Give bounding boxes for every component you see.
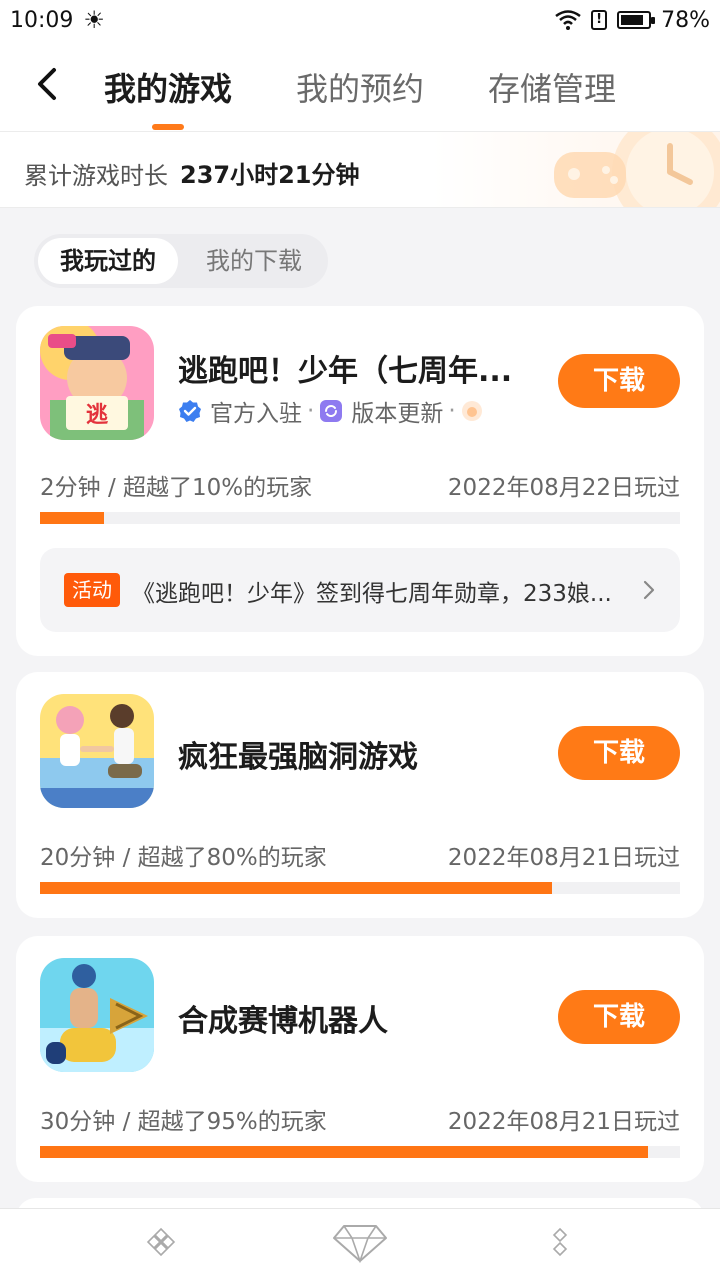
game-icon-art: 逃 <box>40 326 154 440</box>
tag-separator: · <box>448 398 456 424</box>
active-tab-indicator <box>152 124 184 130</box>
official-tag: 官方入驻 <box>210 401 302 427</box>
last-played-date: 2022年08月21日玩过 <box>447 1109 680 1135</box>
play-progress <box>40 882 680 894</box>
chevron-right-icon <box>643 580 655 600</box>
play-stat: 2分钟 / 超越了10%的玩家 <box>40 475 313 501</box>
activity-text: 《逃跑吧！少年》签到得七周年勋章，233娘... <box>132 581 612 607</box>
game-icon-art <box>40 958 154 1072</box>
version-update-tag: 版本更新 <box>351 401 444 427</box>
wifi-icon <box>555 10 581 30</box>
game-icon-brain-hole[interactable] <box>40 694 154 808</box>
total-play-time-label: 累计游戏时长 <box>24 162 168 190</box>
last-played-date: 2022年08月22日玩过 <box>447 475 680 501</box>
activity-badge: 活动 <box>64 573 120 607</box>
play-progress <box>40 512 680 524</box>
play-progress-fill <box>40 512 104 524</box>
flame-icon <box>461 401 482 421</box>
game-icon-cyber-robot[interactable] <box>40 958 154 1072</box>
update-icon <box>320 400 343 422</box>
tab-my-games[interactable]: 我的游戏 <box>104 64 232 110</box>
play-stat: 20分钟 / 超越了80%的玩家 <box>40 845 327 871</box>
download-button[interactable]: 下载 <box>558 726 680 780</box>
subtab-downloads[interactable]: 我的下载 <box>184 234 324 288</box>
status-time: 10:09 <box>10 7 74 33</box>
game-title: 合成赛博机器人 <box>178 1004 388 1039</box>
game-title: 疯狂最强脑洞游戏 <box>178 740 418 775</box>
status-right: ! 78% <box>555 8 710 33</box>
gem-icon[interactable] <box>332 1223 388 1263</box>
last-played-date: 2022年08月21日玩过 <box>447 845 680 871</box>
tag-separator: · <box>307 398 315 424</box>
battery-icon <box>617 11 656 29</box>
game-icon-art <box>40 694 154 808</box>
alert-icon: ! <box>591 10 608 30</box>
game-card[interactable]: 逃 逃跑吧！少年（七周年... 官方入驻 · 版本更新 · 下载 2分钟 / 超… <box>16 306 704 656</box>
sun-icon: ☀ <box>83 6 105 34</box>
game-tags: 官方入驻 · 版本更新 · <box>178 394 483 428</box>
diamond-stack-icon[interactable] <box>548 1227 572 1257</box>
battery-percent: 78% <box>661 7 710 33</box>
play-time-summary: 累计游戏时长 237小时21分钟 <box>0 132 720 208</box>
play-stat: 30分钟 / 超越了95%的玩家 <box>40 1109 327 1135</box>
play-progress-fill <box>40 882 552 894</box>
gamepad-clock-decoration-icon <box>554 132 720 207</box>
game-card[interactable]: 疯狂最强脑洞游戏 下载 20分钟 / 超越了80%的玩家 2022年08月21日… <box>16 672 704 918</box>
play-progress <box>40 1146 680 1158</box>
play-progress-fill <box>40 1146 648 1158</box>
history-subtabs: 我玩过的 我的下载 <box>34 234 328 288</box>
diamond-cluster-icon[interactable] <box>146 1227 176 1257</box>
svg-text:逃: 逃 <box>86 403 109 428</box>
total-play-time-value: 237小时21分钟 <box>180 161 360 189</box>
game-title: 逃跑吧！少年（七周年... <box>178 354 513 389</box>
back-arrow-icon[interactable] <box>30 64 64 104</box>
subtab-played[interactable]: 我玩过的 <box>38 238 178 284</box>
download-button[interactable]: 下载 <box>558 354 680 408</box>
bottom-navigation <box>0 1208 720 1280</box>
status-bar: 10:09 ☀ ! 78% <box>0 0 720 40</box>
activity-banner[interactable]: 活动 《逃跑吧！少年》签到得七周年勋章，233娘... <box>40 548 680 632</box>
verified-badge-icon <box>179 400 201 422</box>
top-navigation: 我的游戏 我的预约 存储管理 <box>0 40 720 132</box>
tab-storage-management[interactable]: 存储管理 <box>488 64 616 110</box>
download-button[interactable]: 下载 <box>558 990 680 1044</box>
tab-my-reservations[interactable]: 我的预约 <box>296 64 424 110</box>
game-icon-escape-boy[interactable]: 逃 <box>40 326 154 440</box>
game-card[interactable]: 合成赛博机器人 下载 30分钟 / 超越了95%的玩家 2022年08月21日玩… <box>16 936 704 1182</box>
